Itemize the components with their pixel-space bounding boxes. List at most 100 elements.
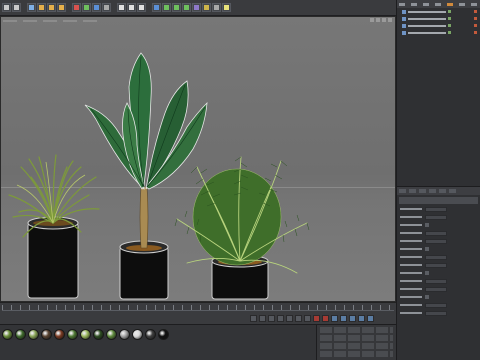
world-coords-button[interactable] — [102, 3, 111, 12]
undo-icon — [4, 5, 9, 10]
material-swatch[interactable] — [2, 329, 13, 340]
attribute-list — [397, 206, 480, 316]
move-button[interactable] — [37, 3, 46, 12]
object-row[interactable] — [397, 8, 480, 15]
coord-row-size[interactable] — [320, 335, 393, 341]
x-axis-button[interactable] — [72, 3, 81, 12]
record-icon[interactable] — [313, 314, 320, 322]
attribute-row — [397, 302, 480, 308]
coord-row-apply[interactable] — [320, 351, 393, 357]
tag-icon[interactable] — [474, 10, 477, 13]
attribute-row — [397, 246, 480, 252]
perspective-viewport[interactable] — [0, 16, 396, 302]
prev-frame-icon[interactable] — [268, 314, 275, 322]
cube-button[interactable] — [152, 3, 161, 12]
object-row[interactable] — [397, 29, 480, 36]
keyframe-icon[interactable] — [331, 314, 338, 322]
material-swatch[interactable] — [158, 329, 169, 340]
array-button[interactable] — [182, 3, 191, 12]
timeline[interactable] — [0, 302, 396, 324]
object-row[interactable] — [397, 22, 480, 29]
visibility-icon[interactable] — [448, 17, 451, 20]
y-axis-button[interactable] — [82, 3, 91, 12]
z-axis-button[interactable] — [92, 3, 101, 12]
object-row[interactable] — [397, 15, 480, 22]
light-button[interactable] — [222, 3, 231, 12]
grass-plant — [8, 154, 100, 299]
rotate-icon — [59, 5, 64, 10]
render-button[interactable] — [127, 3, 136, 12]
material-swatch[interactable] — [119, 329, 130, 340]
pla-icon[interactable] — [367, 314, 374, 322]
coord-row-rotation[interactable] — [320, 343, 393, 349]
material-swatch[interactable] — [132, 329, 143, 340]
undo-button[interactable] — [2, 3, 11, 12]
material-swatch[interactable] — [145, 329, 156, 340]
attribute-field[interactable] — [425, 302, 447, 308]
attribute-manager — [396, 186, 480, 360]
camera-button[interactable] — [212, 3, 221, 12]
material-swatch[interactable] — [28, 329, 39, 340]
coord-row-position[interactable] — [320, 327, 393, 333]
attribute-field[interactable] — [425, 310, 447, 316]
attribute-checkbox[interactable] — [425, 295, 429, 299]
scale-button[interactable] — [47, 3, 56, 12]
attribute-label — [400, 224, 422, 226]
deformer-button[interactable] — [192, 3, 201, 12]
render-settings-button[interactable] — [137, 3, 146, 12]
material-swatch[interactable] — [41, 329, 52, 340]
tag-icon[interactable] — [474, 31, 477, 34]
attribute-field[interactable] — [425, 254, 447, 260]
attribute-field[interactable] — [425, 214, 447, 220]
material-swatch[interactable] — [80, 329, 91, 340]
next-key-icon[interactable] — [295, 314, 302, 322]
motion-icon[interactable] — [340, 314, 347, 322]
attribute-field[interactable] — [425, 262, 447, 268]
material-swatch[interactable] — [93, 329, 104, 340]
object-name — [408, 31, 446, 34]
material-swatch[interactable] — [106, 329, 117, 340]
attribute-header — [399, 197, 478, 204]
param-key-icon[interactable] — [358, 314, 365, 322]
frame-ruler[interactable] — [2, 305, 394, 311]
attribute-field[interactable] — [425, 206, 447, 212]
camera-icon — [214, 5, 219, 10]
live-selection-button[interactable] — [27, 3, 36, 12]
visibility-icon[interactable] — [448, 31, 451, 34]
subdivision-button[interactable] — [172, 3, 181, 12]
tag-icon[interactable] — [474, 17, 477, 20]
attribute-field[interactable] — [425, 238, 447, 244]
attribute-checkbox[interactable] — [425, 247, 429, 251]
attribute-field[interactable] — [425, 278, 447, 284]
pen-button[interactable] — [162, 3, 171, 12]
scale-key-icon[interactable] — [349, 314, 356, 322]
next-frame-icon[interactable] — [286, 314, 293, 322]
rotate-button[interactable] — [57, 3, 66, 12]
object-manager-menu[interactable] — [397, 0, 480, 8]
material-swatch[interactable] — [54, 329, 65, 340]
last-frame-icon[interactable] — [304, 314, 311, 322]
prev-key-icon[interactable] — [259, 314, 266, 322]
first-frame-icon[interactable] — [250, 314, 257, 322]
attribute-row — [397, 270, 480, 276]
play-icon[interactable] — [277, 314, 284, 322]
floor-button[interactable] — [202, 3, 211, 12]
null-object-icon — [402, 9, 406, 14]
autokey-icon[interactable] — [322, 314, 329, 322]
attribute-row — [397, 254, 480, 260]
attribute-field[interactable] — [425, 230, 447, 236]
material-swatch[interactable] — [67, 329, 78, 340]
attribute-manager-menu[interactable] — [397, 187, 480, 195]
attribute-checkbox[interactable] — [425, 223, 429, 227]
visibility-icon[interactable] — [448, 10, 451, 13]
material-swatch[interactable] — [15, 329, 26, 340]
main-toolbar — [0, 0, 396, 16]
attribute-label — [400, 272, 422, 274]
attribute-field[interactable] — [425, 286, 447, 292]
tag-icon[interactable] — [474, 24, 477, 27]
render-view-button[interactable] — [117, 3, 126, 12]
redo-button[interactable] — [12, 3, 21, 12]
attribute-checkbox[interactable] — [425, 271, 429, 275]
null-object-icon — [402, 23, 406, 28]
visibility-icon[interactable] — [448, 24, 451, 27]
